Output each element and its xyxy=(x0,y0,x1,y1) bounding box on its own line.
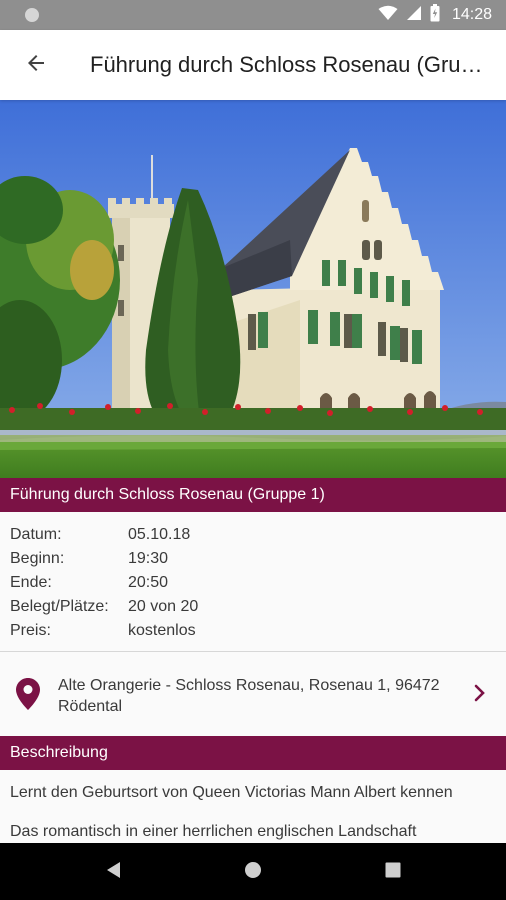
location-line-2: Rödental xyxy=(58,698,123,715)
location-address: Alte Orangerie - Schloss Rosenau, Rosena… xyxy=(58,675,468,717)
status-icons: 14:28 xyxy=(378,0,492,30)
capacity-value: 20 von 20 xyxy=(128,598,199,615)
start-label: Beginn: xyxy=(10,550,65,567)
recents-square-icon xyxy=(384,861,402,884)
price-value: kostenlos xyxy=(128,622,196,639)
end-value: 20:50 xyxy=(128,574,169,591)
end-label: Ende: xyxy=(10,574,52,591)
description-header: Beschreibung xyxy=(0,736,506,770)
date-value: 05.10.18 xyxy=(128,526,191,543)
event-title-header: Führung durch Schloss Rosenau (Gruppe 1) xyxy=(0,478,506,512)
description-paragraph-1: Lernt den Geburtsort von Queen Victorias… xyxy=(10,784,453,801)
back-triangle-icon xyxy=(104,860,122,885)
map-pin-icon xyxy=(16,678,40,715)
nav-recents-button[interactable] xyxy=(378,857,408,887)
arrow-back-icon xyxy=(24,51,48,80)
chevron-right-icon xyxy=(474,684,486,707)
description-paragraph-2: Das romantisch in einer herrlichen engli… xyxy=(10,823,417,840)
event-image xyxy=(0,100,506,478)
wifi-icon xyxy=(378,5,398,26)
navigation-bar xyxy=(0,843,506,900)
notification-dot-icon xyxy=(25,8,39,22)
signal-icon xyxy=(406,5,422,26)
status-bar: 14:28 xyxy=(0,0,506,30)
back-button[interactable] xyxy=(12,41,60,89)
price-label: Preis: xyxy=(10,622,51,639)
location-line-1: Alte Orangerie - Schloss Rosenau, Rosena… xyxy=(58,677,440,694)
page-title: Führung durch Schloss Rosenau (Gruppe 1) xyxy=(90,52,494,77)
location-row[interactable]: Alte Orangerie - Schloss Rosenau, Rosena… xyxy=(0,652,506,736)
capacity-label: Belegt/Plätze: xyxy=(10,598,109,615)
nav-home-button[interactable] xyxy=(238,857,268,887)
battery-icon xyxy=(430,3,440,27)
date-label: Datum: xyxy=(10,526,62,543)
status-time: 14:28 xyxy=(451,6,492,23)
nav-back-button[interactable] xyxy=(98,857,128,887)
home-circle-icon xyxy=(243,860,263,885)
start-value: 19:30 xyxy=(128,550,169,567)
app-bar: Führung durch Schloss Rosenau (Gruppe 1) xyxy=(0,30,506,100)
